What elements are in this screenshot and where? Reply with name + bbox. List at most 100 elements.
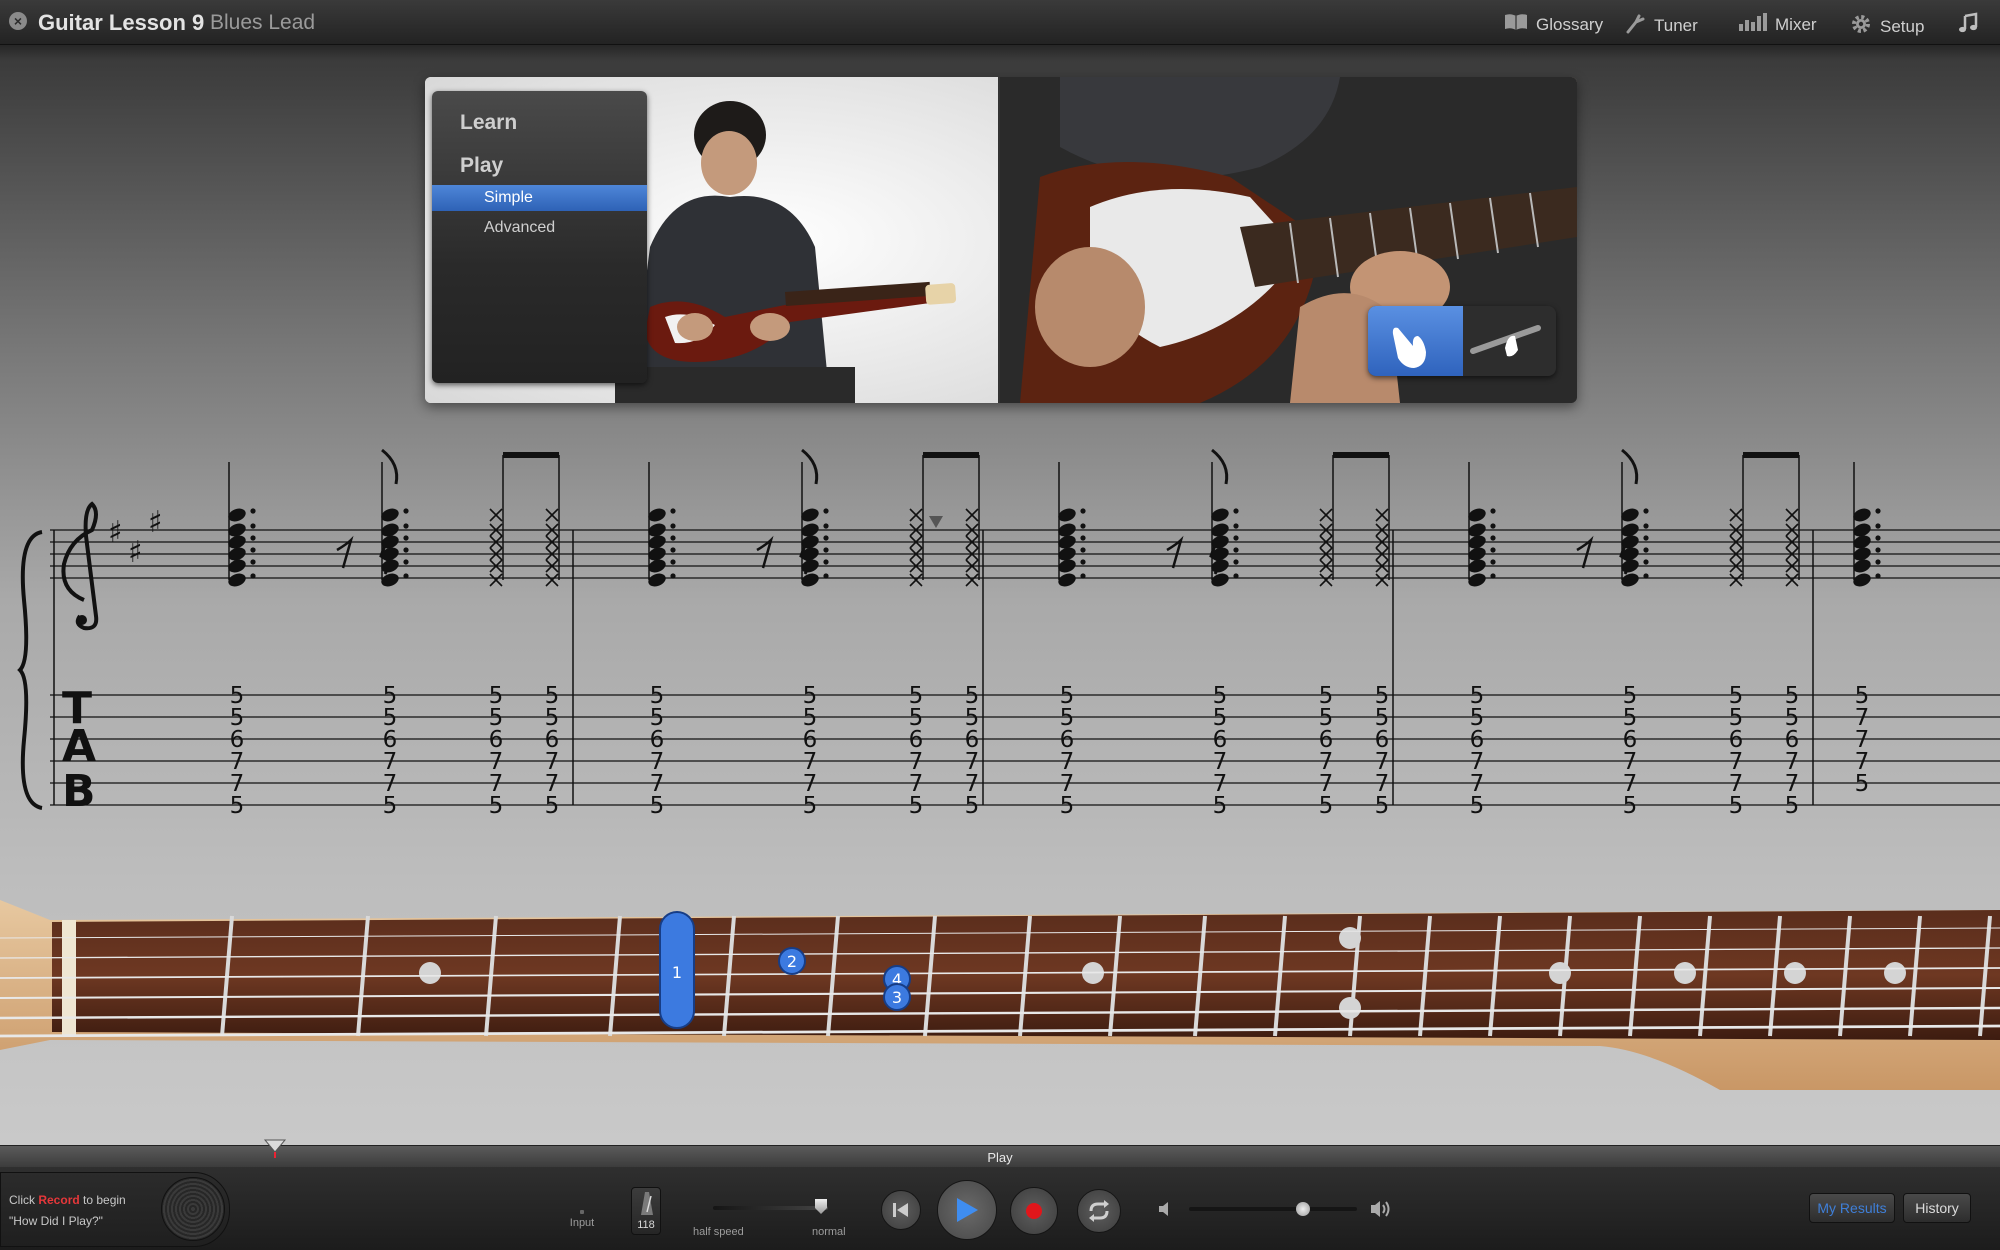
tab-fret-number: 5 <box>383 793 398 819</box>
record-hint: Click Record to begin "How Did I Play?" <box>0 1172 230 1247</box>
glossary-button[interactable]: Glossary <box>1503 12 1603 38</box>
record-button[interactable] <box>1010 1187 1058 1235</box>
tab-fret-number: 5 <box>965 793 980 819</box>
view-toggle[interactable] <box>1368 306 1556 376</box>
play-icon <box>957 1198 978 1222</box>
lesson-mode-menu: Learn Play Simple Advanced <box>432 91 647 383</box>
augmentation-dot <box>1080 508 1086 514</box>
augmentation-dot <box>670 535 676 541</box>
play-menu-item[interactable]: Play <box>460 154 503 178</box>
augmentation-dot <box>823 535 829 541</box>
guitar-neck-view-button[interactable] <box>1463 306 1556 376</box>
playhead[interactable] <box>263 1138 287 1158</box>
volume-slider[interactable] <box>1189 1207 1357 1211</box>
learn-menu-item[interactable]: Learn <box>460 111 517 135</box>
augmentation-dot <box>1233 523 1239 529</box>
fret-inlay <box>1339 927 1361 949</box>
augmentation-dot <box>250 508 256 514</box>
fret-inlay <box>419 962 441 984</box>
cycle-button[interactable] <box>1077 1189 1121 1233</box>
note-flag <box>801 448 819 485</box>
setup-button[interactable]: Setup <box>1849 12 1924 42</box>
augmentation-dot <box>1643 559 1649 565</box>
music-note-icon[interactable] <box>1957 12 1979 34</box>
augmentation-dot <box>1080 547 1086 553</box>
tab-fret-number: 5 <box>1375 793 1390 819</box>
mixer-icon <box>1738 12 1768 38</box>
augmentation-dot <box>1875 573 1881 579</box>
rewind-button[interactable] <box>881 1190 921 1230</box>
fret-inlay <box>1674 962 1696 984</box>
augmentation-dot <box>250 573 256 579</box>
tuner-button[interactable]: Tuner <box>1625 12 1698 40</box>
loop-icon <box>1089 1200 1109 1222</box>
augmentation-dot <box>1490 508 1496 514</box>
lesson-video[interactable]: Learn Play Simple Advanced <box>425 77 1577 403</box>
volume-low-icon <box>1159 1202 1168 1216</box>
hand-view-button[interactable] <box>1368 306 1463 376</box>
progress-bar[interactable]: Play <box>0 1145 2000 1167</box>
simple-menu-item[interactable]: Simple <box>432 185 647 211</box>
augmentation-dot <box>1490 535 1496 541</box>
mixer-button[interactable]: Mixer <box>1738 12 1817 38</box>
tempo-value: 118 <box>637 1219 655 1231</box>
augmentation-dot <box>1875 547 1881 553</box>
augmentation-dot <box>1490 523 1496 529</box>
metronome-button[interactable]: 118 <box>631 1187 661 1235</box>
close-icon[interactable]: × <box>9 12 27 30</box>
beam <box>1333 452 1389 458</box>
augmentation-dot <box>1875 508 1881 514</box>
advanced-menu-item[interactable]: Advanced <box>432 215 647 241</box>
augmentation-dot <box>823 547 829 553</box>
augmentation-dot <box>1643 573 1649 579</box>
record-icon <box>1026 1203 1042 1219</box>
augmentation-dot <box>670 573 676 579</box>
glossary-label: Glossary <box>1536 15 1604 34</box>
fret-inlay <box>1339 997 1361 1019</box>
augmentation-dot <box>1875 523 1881 529</box>
speed-max-label: normal <box>812 1226 846 1238</box>
augmentation-dot <box>1080 535 1086 541</box>
augmentation-dot <box>670 508 676 514</box>
input-meter: Input <box>567 1210 597 1229</box>
augmentation-dot <box>1490 573 1496 579</box>
tab-fret-number: 5 <box>1623 793 1638 819</box>
mixer-label: Mixer <box>1775 15 1817 34</box>
volume-high-icon <box>1371 1201 1390 1217</box>
note-flag <box>381 448 399 485</box>
augmentation-dot <box>250 535 256 541</box>
svg-text:♯: ♯ <box>108 515 123 550</box>
augmentation-dot <box>1643 508 1649 514</box>
skip-back-icon <box>893 1203 908 1217</box>
tuning-fork-icon <box>1625 12 1647 40</box>
history-button[interactable]: History <box>1903 1193 1971 1223</box>
speed-slider[interactable] <box>713 1206 828 1210</box>
how-did-i-play-disc-icon[interactable] <box>161 1177 225 1241</box>
fretboard-view: 1 2 4 3 <box>0 900 2000 1110</box>
top-bar: × Guitar Lesson 9 Blues Lead Glossary Tu… <box>0 0 2000 45</box>
hand-icon <box>1392 327 1426 368</box>
fret-inlay <box>1784 962 1806 984</box>
augmentation-dot <box>823 508 829 514</box>
augmentation-dot <box>1643 535 1649 541</box>
augmentation-dot <box>1080 573 1086 579</box>
video-closeup-shot <box>1000 77 1577 403</box>
augmentation-dot <box>1875 559 1881 565</box>
augmentation-dot <box>1233 573 1239 579</box>
tab-fret-number: 5 <box>650 793 665 819</box>
key-signature: ♯♯♯ <box>108 505 163 570</box>
play-button[interactable] <box>937 1180 997 1240</box>
staff-and-tab: ♯♯♯ TAB 55677555677555677555677555677555… <box>17 448 2000 819</box>
book-icon <box>1503 12 1529 38</box>
augmentation-dot <box>823 573 829 579</box>
augmentation-dot <box>403 535 409 541</box>
augmentation-dot <box>1233 508 1239 514</box>
tab-clef-letter: A <box>62 721 96 772</box>
guitar-neck-icon <box>1470 325 1541 357</box>
finger-3-label: 3 <box>892 988 902 1007</box>
augmentation-dot <box>250 559 256 565</box>
my-results-button[interactable]: My Results <box>1809 1193 1895 1223</box>
finger-2-label: 2 <box>787 952 797 971</box>
augmentation-dot <box>1490 547 1496 553</box>
input-label: Input <box>569 1217 595 1229</box>
